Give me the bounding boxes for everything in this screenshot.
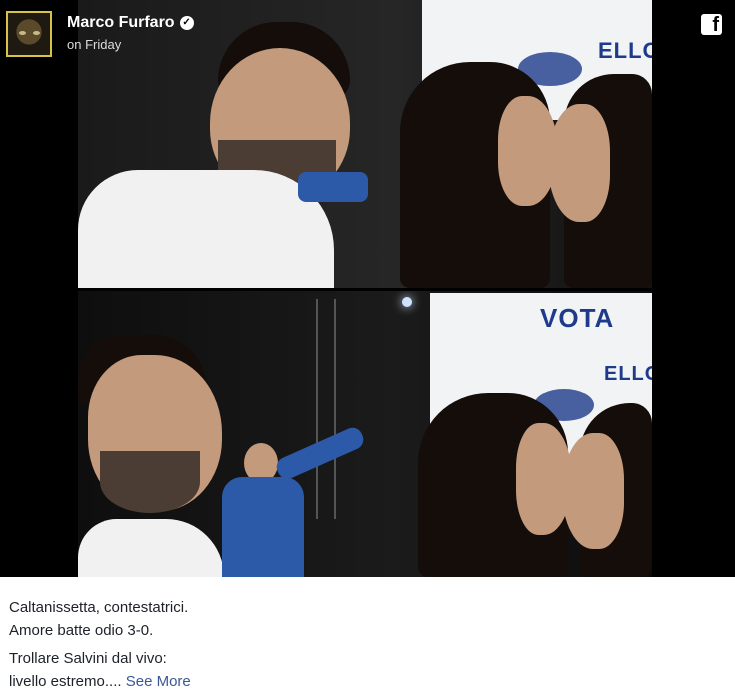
caption-line-3: Trollare Salvini dal vivo: [9,650,167,667]
photo-top-girl2-face [548,104,610,222]
avatar-eye-right [33,31,40,35]
photo-bottom-man-beard [100,451,200,513]
photo-bottom-girl2-face [562,433,624,549]
post-timestamp[interactable]: on Friday [67,37,121,52]
caption-line-2: Amore batte odio 3-0. [9,622,154,639]
photo-bottom-pointing-man-body [222,477,304,577]
photo-bottom-banner-text-2: ELLO [604,363,652,385]
author-avatar[interactable] [6,11,52,57]
caption-line-1: Caltanissetta, contestatrici. [9,599,189,616]
caption-line-4: livello estremo.... See More [9,670,724,693]
facebook-icon[interactable]: f [701,14,722,35]
post-media[interactable]: ELLO VOTA ELLO [0,0,735,577]
caption-line-4-text: livello estremo.... [9,673,122,690]
photo-bottom-truss [316,299,336,519]
verified-badge-icon: ✓ [179,16,194,30]
photo-top-banner-text: ELLO [598,38,652,63]
photo-top[interactable]: ELLO [78,0,652,288]
author-name-row[interactable]: Marco Furfaro ✓ [67,14,194,32]
photo-top-man-shirt [78,170,334,288]
photo-top-bg-man [298,172,368,202]
see-more-link[interactable]: See More [126,673,191,690]
avatar-eye-left [19,31,26,35]
photo-bottom-man-shirt [78,519,224,577]
author-name[interactable]: Marco Furfaro [67,14,175,32]
post-caption: Caltanissetta, contestatrici. Amore batt… [9,596,724,693]
photo-bottom-stage-light [402,297,412,307]
photo-bottom-banner-text: VOTA [540,303,615,333]
photo-bottom[interactable]: VOTA ELLO [78,291,652,577]
